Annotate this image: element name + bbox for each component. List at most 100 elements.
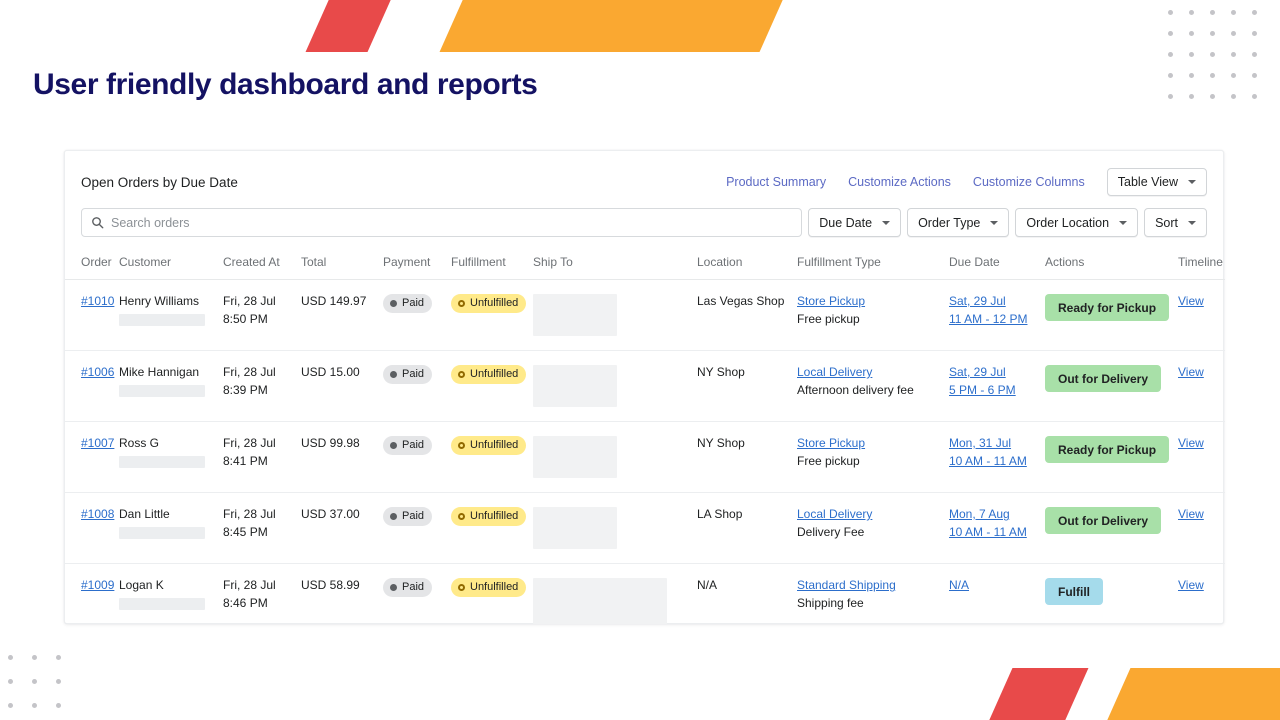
fulfillment-type-link[interactable]: Local Delivery [797,507,945,521]
payment-status-badge: Paid [383,507,432,526]
row-action-button[interactable]: Ready for Pickup [1045,436,1169,463]
due-date-link[interactable]: Mon, 7 Aug [949,507,1041,521]
fulfillment-status-badge: Unfulfilled [451,294,526,313]
customize-columns-link[interactable]: Customize Columns [973,175,1085,189]
cell-actions: Out for Delivery [1045,351,1178,422]
fulfillment-status-label: Unfulfilled [470,509,518,524]
cell-created-at: Fri, 28 Jul 8:41 PM [223,422,301,493]
search-input[interactable] [111,209,801,236]
cell-fulfillment-type: Standard Shipping Shipping fee [797,564,949,639]
fulfillment-type-link[interactable]: Store Pickup [797,294,945,308]
fulfillment-type-link[interactable]: Store Pickup [797,436,945,450]
order-number-link[interactable]: #1009 [81,578,114,592]
cell-fulfillment: Unfulfilled [451,422,533,493]
customer-name: Dan Little [119,507,170,521]
location-name: Las Vegas Shop [697,294,784,308]
timeline-view-link[interactable]: View [1178,436,1204,450]
cell-order: #1006 [65,351,119,422]
product-summary-link[interactable]: Product Summary [726,175,826,189]
due-time-link[interactable]: 10 AM - 11 AM [949,454,1041,468]
created-date: Fri, 28 Jul [223,365,297,379]
customer-detail-placeholder [119,456,205,468]
payment-status-label: Paid [402,580,424,595]
cell-total: USD 149.97 [301,280,383,351]
fulfillment-fee: Free pickup [797,454,945,468]
location-name: NY Shop [697,436,745,450]
row-action-button[interactable]: Fulfill [1045,578,1103,605]
cell-ship-to [533,564,697,639]
cell-order: #1009 [65,564,119,639]
fulfillment-type-link[interactable]: Local Delivery [797,365,945,379]
sort-button[interactable]: Sort [1144,208,1207,237]
orders-table: Order Customer Created At Total Payment … [65,243,1225,638]
due-date-link[interactable]: Sat, 29 Jul [949,365,1041,379]
status-dot-icon [390,300,397,307]
row-action-button[interactable]: Ready for Pickup [1045,294,1169,321]
customer-name: Logan K [119,578,164,592]
timeline-view-link[interactable]: View [1178,578,1204,592]
fulfillment-type-link[interactable]: Standard Shipping [797,578,945,592]
orders-card: Open Orders by Due Date Product Summary … [64,150,1224,624]
filter-order-location-button[interactable]: Order Location [1015,208,1138,237]
payment-status-badge: Paid [383,436,432,455]
page-title: User friendly dashboard and reports [33,68,537,102]
created-time: 8:50 PM [223,312,297,326]
ship-to-placeholder [533,365,617,407]
due-date-link[interactable]: Sat, 29 Jul [949,294,1041,308]
payment-status-badge: Paid [383,294,432,313]
due-time-link[interactable]: 5 PM - 6 PM [949,383,1041,397]
cell-ship-to [533,280,697,351]
chevron-down-icon [990,221,998,225]
cell-created-at: Fri, 28 Jul 8:45 PM [223,493,301,564]
order-number-link[interactable]: #1007 [81,436,114,450]
status-ring-icon [458,513,465,520]
sort-label: Sort [1155,216,1178,230]
order-number-link[interactable]: #1010 [81,294,114,308]
fulfillment-status-badge: Unfulfilled [451,365,526,384]
created-date: Fri, 28 Jul [223,507,297,521]
cell-fulfillment: Unfulfilled [451,493,533,564]
cell-actions: Ready for Pickup [1045,280,1178,351]
timeline-view-link[interactable]: View [1178,365,1204,379]
table-view-button[interactable]: Table View [1107,168,1207,196]
column-header-fulfillment-type: Fulfillment Type [797,243,949,280]
customize-actions-link[interactable]: Customize Actions [848,175,951,189]
column-header-fulfillment: Fulfillment [451,243,533,280]
column-header-actions: Actions [1045,243,1178,280]
status-dot-icon [390,442,397,449]
due-time-link[interactable]: 10 AM - 11 AM [949,525,1041,539]
due-date-link[interactable]: Mon, 31 Jul [949,436,1041,450]
card-header-actions: Product Summary Customize Actions Custom… [726,168,1207,196]
cell-due-date: Mon, 7 Aug 10 AM - 11 AM [949,493,1045,564]
timeline-view-link[interactable]: View [1178,294,1204,308]
cell-timeline: View [1178,351,1225,422]
row-action-button[interactable]: Out for Delivery [1045,365,1161,392]
status-dot-icon [390,371,397,378]
fulfillment-fee: Afternoon delivery fee [797,383,945,397]
chevron-down-icon [1188,221,1196,225]
search-field[interactable] [81,208,802,237]
filter-order-type-button[interactable]: Order Type [907,208,1009,237]
order-number-link[interactable]: #1006 [81,365,114,379]
orange-parallelogram-top [440,0,785,52]
filter-bar: Due Date Order Type Order Location Sort [65,196,1223,237]
card-header: Open Orders by Due Date Product Summary … [65,151,1223,196]
cell-payment: Paid [383,351,451,422]
due-time-link[interactable]: 11 AM - 12 PM [949,312,1041,326]
cell-due-date: N/A [949,564,1045,639]
status-ring-icon [458,300,465,307]
cell-created-at: Fri, 28 Jul 8:39 PM [223,351,301,422]
chevron-down-icon [882,221,890,225]
created-time: 8:41 PM [223,454,297,468]
order-number-link[interactable]: #1008 [81,507,114,521]
filter-due-date-button[interactable]: Due Date [808,208,901,237]
cell-fulfillment-type: Local Delivery Delivery Fee [797,493,949,564]
table-row: #1007 Ross G Fri, 28 Jul 8:41 PM USD 99.… [65,422,1225,493]
cell-payment: Paid [383,422,451,493]
fulfillment-status-label: Unfulfilled [470,367,518,382]
table-header: Order Customer Created At Total Payment … [65,243,1225,280]
created-date: Fri, 28 Jul [223,294,297,308]
timeline-view-link[interactable]: View [1178,507,1204,521]
row-action-button[interactable]: Out for Delivery [1045,507,1161,534]
due-date-link[interactable]: N/A [949,578,1041,592]
